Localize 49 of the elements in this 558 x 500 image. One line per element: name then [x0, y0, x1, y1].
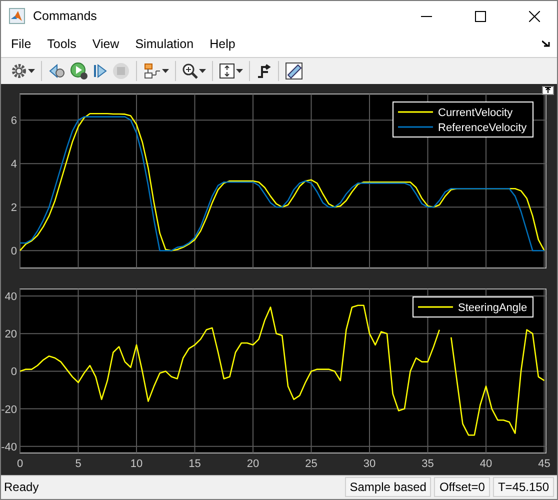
- toolbar-button[interactable]: [283, 60, 305, 82]
- settings-icon: [11, 62, 27, 79]
- tick-label: 15: [188, 458, 201, 470]
- step-forward-icon: [92, 62, 108, 79]
- zoom-icon: [182, 62, 198, 79]
- legend-label: ReferenceVelocity: [438, 122, 527, 134]
- tick-label: 30: [363, 458, 376, 470]
- tick-label: 20: [246, 458, 260, 470]
- tick-label: 0: [10, 245, 17, 258]
- blocks-icon: [143, 62, 161, 79]
- status-field: T=45.150: [492, 477, 554, 498]
- app-icon: [9, 8, 25, 24]
- menu-item[interactable]: Tools: [41, 37, 82, 52]
- tick-label: 0: [10, 366, 17, 378]
- toolbar-button[interactable]: [68, 60, 90, 82]
- dock-arrow-icon[interactable]: [542, 40, 551, 48]
- stop-icon: [112, 62, 130, 80]
- maximize-icon: [474, 10, 486, 22]
- close-icon: [528, 10, 540, 22]
- tick-label: 20: [4, 328, 17, 340]
- legend-label: SteeringAngle: [458, 302, 528, 314]
- status-field: Offset=0: [434, 477, 490, 498]
- scale-icon: [219, 62, 235, 79]
- status-message: Ready: [3, 480, 40, 494]
- tick-label: 40: [480, 458, 492, 470]
- tick-label: 2: [10, 202, 17, 214]
- menu-item[interactable]: File: [5, 37, 38, 52]
- undock-icon[interactable]: [542, 86, 554, 95]
- tick-label: 10: [130, 458, 143, 470]
- step-back-icon: [48, 62, 66, 79]
- tick-label: 40: [4, 290, 17, 303]
- menu-item[interactable]: Help: [204, 37, 242, 52]
- tick-label: 0: [16, 458, 24, 470]
- tick-label: -40: [1, 441, 17, 454]
- step-signal-icon: [256, 62, 272, 79]
- tick-label: 25: [305, 458, 318, 470]
- legend-label: CurrentVelocity: [438, 106, 513, 119]
- tick-label: 6: [10, 114, 17, 127]
- menu-item[interactable]: Simulation: [129, 37, 200, 52]
- window-title: Commands: [33, 9, 98, 23]
- tick-label: 4: [10, 158, 17, 170]
- tick-label: 35: [422, 458, 434, 470]
- menu-item[interactable]: View: [86, 37, 126, 52]
- ruler-icon: [285, 62, 303, 80]
- tick-label: -20: [1, 403, 17, 416]
- tick-label: 45: [538, 458, 550, 470]
- status-field: Sample based: [344, 477, 432, 498]
- tick-label: 5: [75, 458, 82, 470]
- run-icon: [70, 62, 88, 80]
